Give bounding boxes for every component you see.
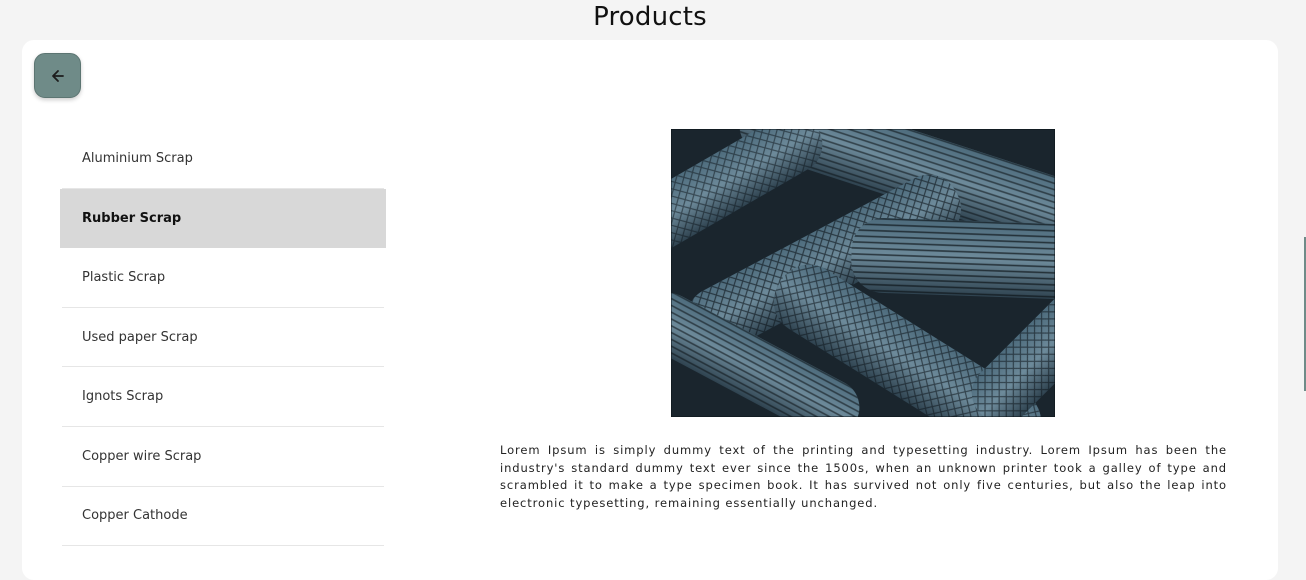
category-label: Copper Cathode	[82, 508, 188, 524]
products-card: Aluminium Scrap Rubber Scrap Plastic Scr…	[22, 40, 1278, 580]
category-item-copper-wire-scrap[interactable]: Copper wire Scrap	[62, 427, 384, 487]
category-item-used-paper-scrap[interactable]: Used paper Scrap	[62, 308, 384, 368]
page-title: Products	[593, 2, 707, 32]
category-list: Aluminium Scrap Rubber Scrap Plastic Scr…	[60, 129, 386, 547]
category-item-ignots-scrap[interactable]: Ignots Scrap	[62, 367, 384, 427]
category-label: Aluminium Scrap	[82, 150, 193, 166]
product-image	[671, 129, 1055, 417]
category-item-rubber-scrap[interactable]: Rubber Scrap	[60, 188, 386, 249]
back-button[interactable]	[34, 53, 81, 98]
category-label: Ignots Scrap	[82, 389, 164, 405]
category-item-plastic-scrap[interactable]: Plastic Scrap	[62, 248, 384, 308]
category-label: Used paper Scrap	[82, 329, 198, 345]
category-item-copper-cathode[interactable]: Copper Cathode	[62, 487, 384, 547]
arrow-left-icon	[51, 69, 64, 82]
product-description: Lorem Ipsum is simply dummy text of the …	[500, 443, 1227, 510]
category-item-aluminium-scrap[interactable]: Aluminium Scrap	[62, 129, 384, 189]
category-label: Rubber Scrap	[82, 210, 182, 226]
category-label: Plastic Scrap	[82, 269, 166, 285]
category-label: Copper wire Scrap	[82, 448, 202, 464]
